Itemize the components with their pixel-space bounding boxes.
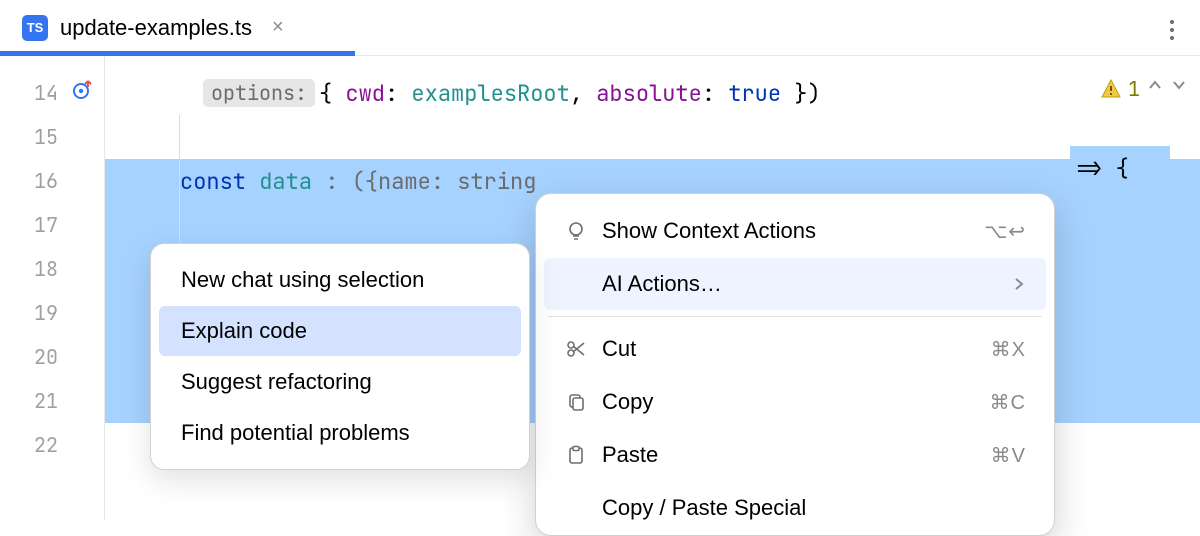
line-number[interactable]: 19 xyxy=(0,291,104,335)
code-line[interactable]: options: { cwd : examplesRoot , absolute… xyxy=(105,71,1200,115)
code-text: data xyxy=(259,167,312,196)
menu-item-label: New chat using selection xyxy=(181,267,424,293)
line-number-label: 14 xyxy=(34,80,58,106)
code-line[interactable] xyxy=(105,115,1200,159)
code-text xyxy=(246,167,259,196)
tab-bar: TS update-examples.ts × xyxy=(0,0,1200,56)
line-number[interactable]: 18 xyxy=(0,247,104,291)
shortcut: ⌘V xyxy=(991,443,1026,468)
bulb-icon xyxy=(564,220,588,242)
code-text: , xyxy=(570,79,596,108)
code-text: const xyxy=(180,167,246,196)
line-number[interactable]: 16 xyxy=(0,159,104,203)
line-number-label: 19 xyxy=(34,300,58,326)
line-number[interactable]: 15 xyxy=(0,115,104,159)
ai-actions-submenu: New chat using selection Explain code Su… xyxy=(150,243,530,470)
code-text: absolute xyxy=(596,79,702,108)
line-number-label: 15 xyxy=(34,124,58,150)
menu-item-find-problems[interactable]: Find potential problems xyxy=(159,408,521,458)
shortcut: ⌘X xyxy=(991,337,1026,362)
menu-item-label: Copy xyxy=(602,389,976,415)
warning-count: 1 xyxy=(1128,76,1140,102)
context-menu: Show Context Actions ⌥↩ AI Actions… Cut … xyxy=(535,193,1055,536)
code-text: { xyxy=(319,79,345,108)
gutter: 14 15 16 17 18 19 20 21 22 xyxy=(0,56,105,520)
ts-file-icon: TS xyxy=(22,15,48,41)
code-text: }) xyxy=(781,79,821,108)
line-number-label: 18 xyxy=(34,256,58,282)
menu-item-label: Copy / Paste Special xyxy=(602,495,1026,521)
menu-item-label: Paste xyxy=(602,442,977,468)
scissors-icon xyxy=(564,339,588,359)
inspection-warnings[interactable]: 1 xyxy=(1100,76,1140,102)
menu-item-label: AI Actions… xyxy=(602,271,998,297)
line-number-label: 21 xyxy=(34,388,58,414)
line-number[interactable]: 20 xyxy=(0,335,104,379)
parameter-hint: options: xyxy=(203,79,315,107)
menu-item-label: Explain code xyxy=(181,318,307,344)
line-number[interactable]: 17 xyxy=(0,203,104,247)
run-target-icon[interactable] xyxy=(72,79,94,107)
tab-title: update-examples.ts xyxy=(60,15,252,41)
warning-icon xyxy=(1100,78,1122,100)
file-tab[interactable]: TS update-examples.ts × xyxy=(0,0,310,55)
menu-item-show-context-actions[interactable]: Show Context Actions ⌥↩ xyxy=(544,205,1046,257)
close-tab-icon[interactable]: × xyxy=(264,16,292,39)
line-number[interactable]: 14 xyxy=(0,71,104,115)
menu-item-label: Suggest refactoring xyxy=(181,369,372,395)
more-vertical-icon[interactable] xyxy=(1164,14,1180,46)
code-text: true xyxy=(728,79,781,108)
line-number-label: 16 xyxy=(34,168,58,194)
menu-separator xyxy=(548,316,1042,317)
code-text: : xyxy=(385,79,411,108)
code-text: cwd xyxy=(345,79,385,108)
code-text: : xyxy=(702,79,728,108)
clipboard-icon xyxy=(564,445,588,465)
prev-highlight-icon[interactable] xyxy=(1146,76,1164,99)
menu-item-ai-actions[interactable]: AI Actions… xyxy=(544,258,1046,310)
code-text: : ({name: string xyxy=(312,167,536,196)
next-highlight-icon[interactable] xyxy=(1170,76,1188,99)
line-number[interactable]: 22 xyxy=(0,423,104,467)
shortcut: ⌘C xyxy=(990,390,1026,415)
line-number-label: 17 xyxy=(34,212,58,238)
line-number[interactable]: 21 xyxy=(0,379,104,423)
inspection-nav xyxy=(1146,76,1188,99)
menu-item-explain-code[interactable]: Explain code xyxy=(159,306,521,356)
shortcut: ⌥↩ xyxy=(984,219,1026,244)
chevron-right-icon xyxy=(1012,271,1026,297)
menu-item-new-chat[interactable]: New chat using selection xyxy=(159,255,521,305)
code-text: => { xyxy=(1070,146,1170,190)
menu-item-suggest-refactoring[interactable]: Suggest refactoring xyxy=(159,357,521,407)
menu-item-paste[interactable]: Paste ⌘V xyxy=(544,429,1046,481)
line-number-label: 20 xyxy=(34,344,58,370)
code-text: examplesRoot xyxy=(411,79,569,108)
copy-icon xyxy=(564,392,588,412)
line-number-label: 22 xyxy=(34,432,58,458)
menu-item-label: Cut xyxy=(602,336,977,362)
menu-item-label: Show Context Actions xyxy=(602,218,970,244)
menu-item-copy-paste-special[interactable]: Copy / Paste Special xyxy=(544,482,1046,534)
menu-item-cut[interactable]: Cut ⌘X xyxy=(544,323,1046,375)
menu-item-copy[interactable]: Copy ⌘C xyxy=(544,376,1046,428)
menu-item-label: Find potential problems xyxy=(181,420,410,446)
